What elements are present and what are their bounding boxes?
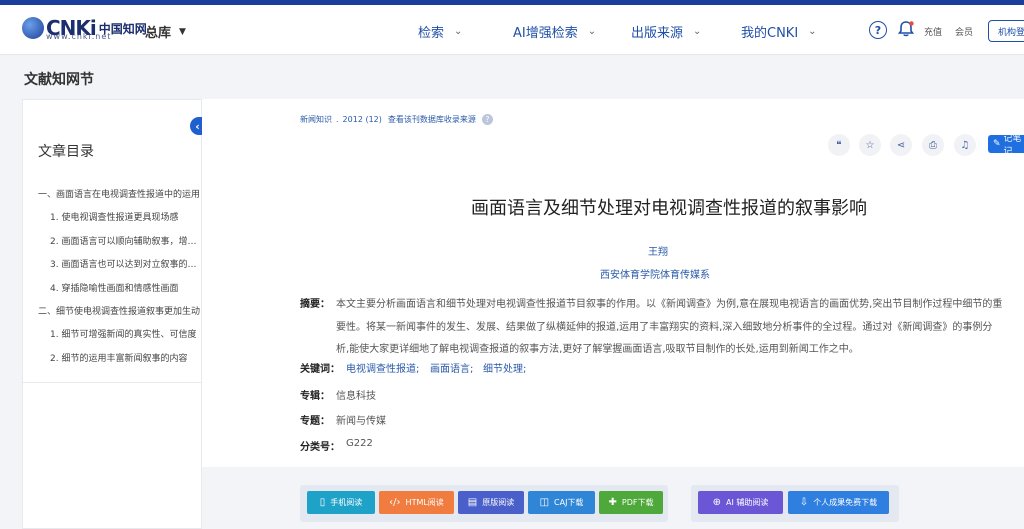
library-selector[interactable]: 总库 ▼ xyxy=(145,22,186,41)
abstract-line: 析,能使大家更详细地了解电视调查报道的叙事方法,更好了解掌握画面语言,吸取节目制… xyxy=(336,344,859,355)
pencil-icon: ✎ xyxy=(993,139,1001,149)
member-link[interactable]: 会员 xyxy=(955,25,973,38)
chevron-down-icon: ⌄ xyxy=(454,26,463,37)
recharge-link[interactable]: 充值 xyxy=(924,25,942,38)
download-icon: ⇩ xyxy=(799,497,809,508)
journal-link[interactable]: 新闻知识 xyxy=(300,114,332,125)
db-source-link[interactable]: 查看该刊数据库收录来源 xyxy=(388,114,476,125)
zhuanti-label: 专题： xyxy=(300,416,330,427)
share-icon[interactable]: ⋖ xyxy=(890,134,912,156)
button-label: HTML阅读 xyxy=(405,498,444,507)
code-icon: ‹/› xyxy=(389,497,401,508)
abstract-line: 本文主要分析画面语言和细节处理对电视调查性报道节目叙事的作用。以《新闻调查》为例… xyxy=(336,299,1003,310)
caj-download-button[interactable]: ◫ CAJ下载 xyxy=(528,491,595,514)
button-label: 原版阅读 xyxy=(482,498,515,507)
class-value: G222 xyxy=(346,438,373,449)
keyword-link[interactable]: 细节处理; xyxy=(483,360,526,375)
toc-item[interactable]: 4. 穿插隐喻性画面和情感性画面 xyxy=(23,278,203,301)
toc-item[interactable]: 二、细节使电视调查性报道叙事更加生动 xyxy=(23,301,203,324)
article-title: 画面语言及细节处理对电视调查性报道的叙事影响 xyxy=(471,198,867,219)
toc-item[interactable]: 一、画面语言在电视调查性报道中的运用 xyxy=(23,184,203,207)
zhuanti-value: 新闻与传媒 xyxy=(336,416,386,427)
source-line: 新闻知识 . 2012 (12) 查看该刊数据库收录来源 ? xyxy=(300,114,493,125)
book-icon: ▤ xyxy=(467,497,478,508)
toc-item[interactable]: 3. 画面语言也可以达到对立叙事的效果 xyxy=(23,254,203,277)
nav-my-cnki[interactable]: 我的CNKI ⌄ xyxy=(741,22,817,41)
free-download-button[interactable]: ⇩ 个人成果免费下载 xyxy=(788,491,889,514)
nav-label: AI增强检索 xyxy=(513,26,578,41)
ai-read-button[interactable]: ⊕ AI 辅助阅读 xyxy=(698,491,783,514)
nav-search[interactable]: 检索 ⌄ xyxy=(418,22,462,41)
quote-icon[interactable]: ❝ xyxy=(828,134,850,156)
chevron-down-icon: ⌄ xyxy=(693,26,702,37)
button-label: 个人成果免费下载 xyxy=(813,498,878,507)
nav-publication-source[interactable]: 出版来源 ⌄ xyxy=(631,22,701,41)
globe-icon xyxy=(22,17,44,39)
toc-item[interactable]: 2. 细节的运用丰富新闻叙事的内容 xyxy=(23,348,203,371)
take-note-button[interactable]: ✎ 记笔记 xyxy=(988,134,1024,157)
caj-icon: ◫ xyxy=(539,497,550,508)
bell-icon[interactable]: ♫ xyxy=(954,134,976,156)
toc-list: 一、画面语言在电视调查性报道中的运用 1. 使电视调查性报道更具现场感 2. 画… xyxy=(23,184,203,371)
help-icon[interactable]: ? xyxy=(869,21,887,39)
abstract-label: 摘要： xyxy=(300,299,330,310)
caret-down-icon: ▼ xyxy=(179,26,186,37)
keyword-link[interactable]: 电视调查性报道; xyxy=(346,360,419,375)
nav-ai-search[interactable]: AI增强检索 ⌄ xyxy=(513,22,596,41)
toc-item[interactable]: 1. 细节可增强新闻的真实性、可信度 xyxy=(23,324,203,347)
toc-item[interactable]: 2. 画面语言可以顺向辅助叙事，增强报道的说服力 xyxy=(23,231,203,254)
original-read-button[interactable]: ▤ 原版阅读 xyxy=(458,491,524,514)
button-label: PDF下载 xyxy=(621,498,654,507)
class-label: 分类号： xyxy=(300,442,340,453)
nav-label: 检索 xyxy=(418,26,445,41)
org-login-button[interactable]: 机构登录 xyxy=(988,20,1024,42)
toc-sidebar: 文章目录 一、画面语言在电视调查性报道中的运用 1. 使电视调查性报道更具现场感… xyxy=(22,99,203,529)
toc-item[interactable]: 1. 使电视调查性报道更具现场感 xyxy=(23,207,203,230)
button-label: CAJ下载 xyxy=(554,498,584,507)
toc-title: 文章目录 xyxy=(38,144,94,160)
abstract-text: 本文主要分析画面语言和细节处理对电视调查性报道节目叙事的作用。以《新闻调查》为例… xyxy=(336,294,1024,362)
keyword-link[interactable]: 画面语言; xyxy=(430,360,473,375)
logo-url: www.cnki.net xyxy=(46,32,112,41)
page-title: 文献知网节 xyxy=(24,72,94,88)
zhuanji-value: 信息科技 xyxy=(336,391,376,402)
button-label: 手机阅读 xyxy=(330,498,363,507)
affiliation-link[interactable]: 西安体育学院体育传媒系 xyxy=(600,266,710,281)
chevron-down-icon: ⌄ xyxy=(587,26,597,37)
sidebar-divider xyxy=(23,382,201,383)
nav-label: 出版来源 xyxy=(631,26,684,41)
ai-icon: ⊕ xyxy=(712,497,721,508)
html-read-button[interactable]: ‹/› HTML阅读 xyxy=(379,491,454,514)
abstract-line: 要性。将某一新闻事件的发生、发展、结果做了纵横延伸的报道,运用了丰富翔实的资料,… xyxy=(336,321,993,333)
author-link[interactable]: 王翔 xyxy=(648,243,668,258)
bell-icon[interactable] xyxy=(896,19,916,39)
question-icon[interactable]: ? xyxy=(481,114,493,125)
library-label: 总库 xyxy=(145,26,172,41)
top-header: CNKi 中国知网 www.cnki.net 总库 ▼ 检索 ⌄ AI增强检索 ⌄ … xyxy=(0,5,1024,55)
mobile-read-button[interactable]: ▯ 手机阅读 xyxy=(307,491,375,514)
keywords-label: 关键词： xyxy=(300,364,340,375)
nav-label: 我的CNKI xyxy=(741,26,799,41)
phone-icon: ▯ xyxy=(319,497,326,508)
button-label: AI 辅助阅读 xyxy=(726,498,769,507)
article-panel: 新闻知识 . 2012 (12) 查看该刊数据库收录来源 ? ❝ ☆ ⋖ ⎙ ♫… xyxy=(202,99,1024,529)
star-icon[interactable]: ☆ xyxy=(859,134,881,156)
pdf-icon: ✚ xyxy=(608,497,617,508)
issue-link[interactable]: 2012 (12) xyxy=(343,115,382,124)
note-label: 记笔记 xyxy=(1003,134,1022,157)
chevron-down-icon: ⌄ xyxy=(808,26,817,37)
pdf-download-button[interactable]: ✚ PDF下载 xyxy=(599,491,663,514)
print-icon[interactable]: ⎙ xyxy=(922,134,944,156)
zhuanji-label: 专辑： xyxy=(300,391,330,402)
